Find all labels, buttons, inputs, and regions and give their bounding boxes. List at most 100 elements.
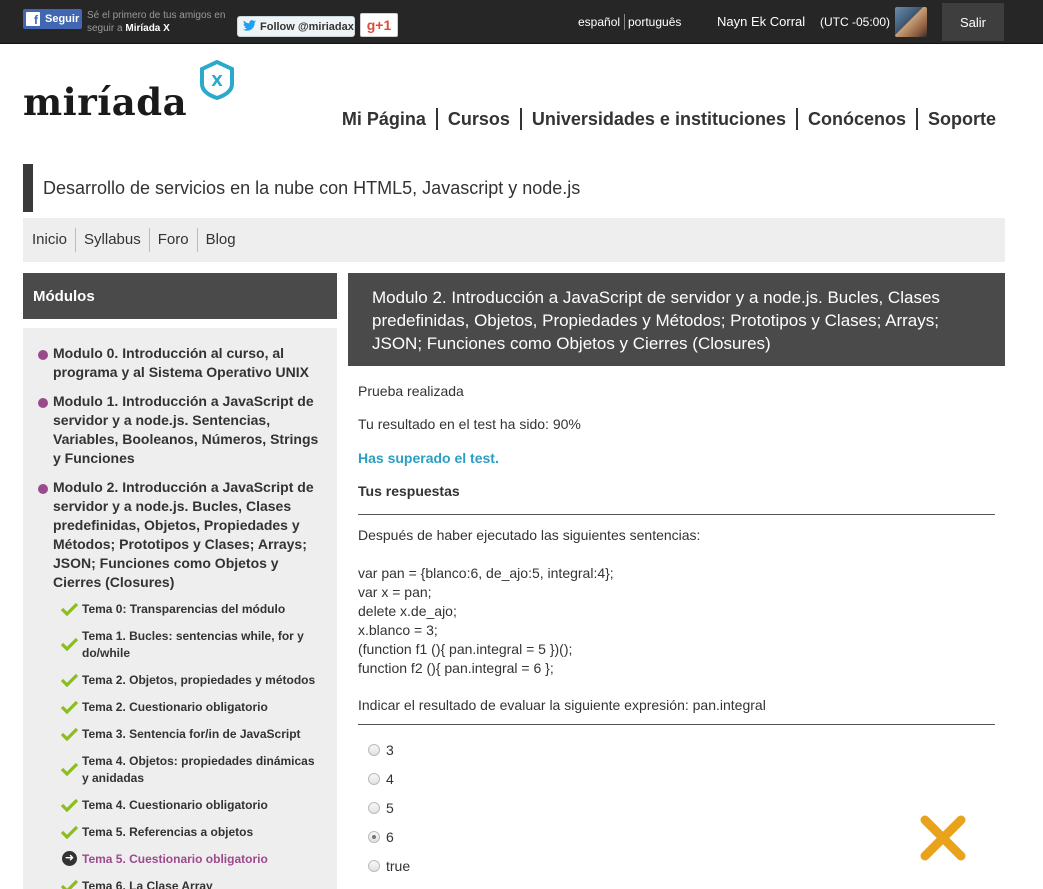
logout-button[interactable]: Salir <box>942 3 1004 41</box>
twitter-follow-button[interactable]: Follow @miriadax <box>237 16 355 37</box>
module-bullet-icon <box>38 484 48 494</box>
tema-item-current[interactable]: ➜ Tema 5. Cuestionario obligatorio <box>61 851 316 868</box>
radio-button[interactable] <box>368 744 380 756</box>
facebook-social-text: Sé el primero de tus amigos en seguir a … <box>87 10 226 34</box>
answer-option-selected[interactable]: 6 <box>368 829 394 845</box>
code-line: function f2 (){ pan.integral = 6 }; <box>358 660 554 676</box>
sidebar-title: Módulos <box>23 273 337 319</box>
course-nav-blog[interactable]: Blog <box>198 228 244 252</box>
google-plus-button[interactable]: g+1 <box>360 13 398 37</box>
top-bar: f Seguir Sé el primero de tus amigos en … <box>0 0 1043 44</box>
tema-item[interactable]: Tema 4. Objetos: propiedades dinámicas y… <box>61 753 316 787</box>
user-name-link[interactable]: Nayn Ek Corral <box>717 14 805 29</box>
nav-cursos[interactable]: Cursos <box>438 107 520 131</box>
tema-label: Tema 5. Cuestionario obligatorio <box>82 852 268 866</box>
answer-option[interactable]: 5 <box>368 800 394 816</box>
check-icon <box>61 700 78 714</box>
module-bullet-icon <box>38 398 48 408</box>
tema-label: Tema 2. Cuestionario obligatorio <box>82 700 268 714</box>
tema-item[interactable]: Tema 0: Transparencias del módulo <box>61 601 316 618</box>
facebook-follow-button[interactable]: f Seguir <box>23 9 82 29</box>
test-result: Tu resultado en el test ha sido: 90% <box>358 416 581 432</box>
course-title-text: Desarrollo de servicios en la nube con H… <box>43 177 581 198</box>
module-label: Modulo 0. Introducción al curso, al prog… <box>53 345 309 380</box>
facebook-icon: f <box>26 12 40 26</box>
tema-item[interactable]: Tema 3. Sentencia for/in de JavaScript <box>61 726 316 743</box>
course-nav-syllabus[interactable]: Syllabus <box>76 228 150 252</box>
language-portuguese-link[interactable]: português <box>628 15 681 29</box>
language-spanish-link[interactable]: español <box>578 15 620 29</box>
course-nav-inicio[interactable]: Inicio <box>23 228 77 252</box>
test-status: Prueba realizada <box>358 383 464 399</box>
code-line: (function f1 (){ pan.integral = 5 })(); <box>358 641 573 657</box>
course-title: Desarrollo de servicios en la nube con H… <box>23 164 1005 212</box>
divider <box>358 514 995 515</box>
nav-universidades[interactable]: Universidades e instituciones <box>522 107 796 131</box>
radio-button[interactable] <box>368 773 380 785</box>
arrow-right-icon: ➜ <box>62 851 77 866</box>
nav-soporte[interactable]: Soporte <box>918 107 996 131</box>
module-bullet-icon <box>38 350 48 360</box>
tema-item[interactable]: Tema 2. Cuestionario obligatorio <box>61 699 316 716</box>
module-item[interactable]: Modulo 1. Introducción a JavaScript de s… <box>38 392 328 468</box>
site-logo[interactable]: miríada <box>23 80 187 124</box>
tema-item[interactable]: Tema 1. Bucles: sentencias while, for y … <box>61 628 316 662</box>
nav-conocenos[interactable]: Conócenos <box>798 107 916 131</box>
avatar[interactable] <box>895 7 927 37</box>
module-heading: Modulo 2. Introducción a JavaScript de s… <box>348 273 1005 366</box>
question-intro: Después de haber ejecutado las siguiente… <box>358 527 701 543</box>
tema-label: Tema 6. La Clase Array <box>82 879 213 889</box>
radio-button[interactable] <box>368 802 380 814</box>
twitter-bird-icon <box>243 19 256 34</box>
answer-option[interactable]: 4 <box>368 771 394 787</box>
check-icon <box>61 637 78 651</box>
answer-option-label: 5 <box>386 800 394 816</box>
tema-label: Tema 0: Transparencias del módulo <box>82 602 286 616</box>
module-label: Modulo 2. Introducción a JavaScript de s… <box>53 479 314 590</box>
answer-option[interactable]: 3 <box>368 742 394 758</box>
logo-badge-icon: X <box>200 60 234 100</box>
radio-button-checked[interactable] <box>368 831 380 843</box>
tema-label: Tema 3. Sentencia for/in de JavaScript <box>82 727 301 741</box>
tema-label: Tema 5. Referencias a objetos <box>82 825 254 839</box>
course-nav: Inicio Syllabus Foro Blog <box>23 218 1005 262</box>
check-icon <box>61 727 78 741</box>
radio-button[interactable] <box>368 860 380 872</box>
code-line: var pan = {blanco:6, de_ajo:5, integral:… <box>358 565 614 581</box>
answer-option-label: 4 <box>386 771 394 787</box>
check-icon <box>61 798 78 812</box>
check-icon <box>61 602 78 616</box>
sidebar-modules: Modulo 0. Introducción al curso, al prog… <box>23 328 337 889</box>
answer-option[interactable]: true <box>368 858 410 874</box>
incorrect-x-icon <box>920 815 966 861</box>
tema-label: Tema 4. Objetos: propiedades dinámicas y… <box>82 754 315 785</box>
tema-label: Tema 1. Bucles: sentencias while, for y … <box>82 629 304 660</box>
check-icon <box>61 673 78 687</box>
check-icon <box>61 762 78 776</box>
code-line: delete x.de_ajo; <box>358 603 457 619</box>
module-item[interactable]: Modulo 2. Introducción a JavaScript de s… <box>38 478 328 592</box>
timezone-label: (UTC -05:00) <box>820 15 891 29</box>
module-label: Modulo 1. Introducción a JavaScript de s… <box>53 393 319 466</box>
code-block: var pan = {blanco:6, de_ajo:5, integral:… <box>358 564 614 678</box>
answers-title: Tus respuestas <box>358 483 460 499</box>
tema-item[interactable]: Tema 6. La Clase Array <box>61 878 316 889</box>
code-line: var x = pan; <box>358 584 432 600</box>
answer-option-label: 3 <box>386 742 394 758</box>
tema-item[interactable]: Tema 4. Cuestionario obligatorio <box>61 797 316 814</box>
facebook-brand-link[interactable]: Miríada X <box>125 23 169 34</box>
divider <box>358 724 995 725</box>
twitter-follow-label: Follow @miriadax <box>260 20 354 33</box>
tema-item[interactable]: Tema 2. Objetos, propiedades y métodos <box>61 672 316 689</box>
main-nav: Mi Página Cursos Universidades e institu… <box>332 107 996 131</box>
course-nav-foro[interactable]: Foro <box>150 228 198 252</box>
check-icon <box>61 879 78 889</box>
tema-item[interactable]: Tema 5. Referencias a objetos <box>61 824 316 841</box>
check-icon <box>61 825 78 839</box>
tema-label: Tema 2. Objetos, propiedades y métodos <box>82 673 316 687</box>
module-item[interactable]: Modulo 0. Introducción al curso, al prog… <box>38 344 328 382</box>
svg-text:X: X <box>211 72 223 90</box>
nav-mi-pagina[interactable]: Mi Página <box>332 107 436 131</box>
code-line: x.blanco = 3; <box>358 622 438 638</box>
question-text: Indicar el resultado de evaluar la sigui… <box>358 697 766 713</box>
